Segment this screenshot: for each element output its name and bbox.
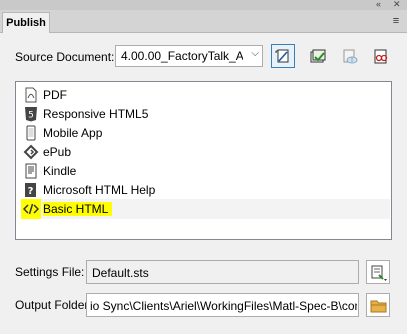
collapse-icon[interactable]: «: [376, 0, 381, 10]
svg-text:5: 5: [28, 111, 34, 121]
view-output-icon: [374, 49, 388, 64]
edit-target-button[interactable]: [271, 44, 295, 68]
list-item-label: Mobile App: [43, 126, 103, 140]
list-item[interactable]: Kindle: [21, 161, 390, 181]
list-item-label: Kindle: [43, 164, 77, 178]
list-item-label: Microsoft HTML Help: [43, 183, 156, 197]
settings-file-button[interactable]: [366, 260, 390, 284]
settings-file-value: Default.sts: [92, 266, 149, 280]
tab-bar: Publish ≡: [0, 10, 407, 33]
settings-file-label: Settings File:: [15, 265, 85, 279]
list-item-selected[interactable]: Basic HTML: [21, 199, 390, 219]
generate-output-button[interactable]: [305, 44, 329, 68]
epub-icon: [23, 144, 39, 160]
help-icon: ?: [25, 183, 36, 197]
kindle-icon: [25, 163, 37, 179]
source-document-label: Source Document:: [15, 50, 115, 64]
list-item-label: Responsive HTML5: [43, 107, 149, 121]
folder-icon: [370, 300, 387, 313]
chevron-down-icon: ⌵: [251, 48, 259, 59]
output-folder-value: io Sync\Clients\Ariel\WorkingFiles\Matl-…: [90, 299, 357, 313]
settings-file-field[interactable]: Default.sts: [86, 260, 359, 284]
panel-top-strip: « ✕: [0, 0, 407, 10]
list-item[interactable]: PDF: [21, 85, 390, 105]
code-icon: [23, 203, 39, 215]
list-item-label: Basic HTML: [43, 202, 113, 216]
list-item-label: PDF: [43, 88, 67, 102]
source-document-select[interactable]: 4.00.00_FactoryTalk_Analy ⌵: [115, 45, 263, 67]
svg-text:?: ?: [28, 186, 34, 197]
list-item[interactable]: Mobile App: [21, 123, 390, 143]
source-document-value: 4.00.00_FactoryTalk_Analy: [121, 49, 243, 63]
panel-menu-icon[interactable]: ≡: [389, 14, 403, 28]
publish-cloud-button[interactable]: [337, 44, 361, 68]
list-item-label: ePub: [43, 145, 72, 159]
output-folder-label: Output Folder:: [15, 298, 92, 312]
cloud-publish-icon: [343, 49, 358, 64]
settings-edit-icon: [371, 265, 387, 281]
close-icon[interactable]: ✕: [393, 0, 401, 10]
generate-icon: [310, 49, 326, 63]
list-item[interactable]: ePub: [21, 142, 390, 162]
html5-icon: 5: [25, 107, 37, 122]
pdf-icon: [25, 87, 37, 103]
output-targets-list[interactable]: PDF 5 Responsive HTML5 Mobile App ePub K…: [15, 81, 392, 240]
list-item[interactable]: ? Microsoft HTML Help: [21, 180, 390, 200]
edit-target-icon: [275, 49, 289, 63]
mobile-icon: [26, 125, 36, 141]
view-output-button[interactable]: [368, 44, 392, 68]
output-folder-field[interactable]: io Sync\Clients\Ariel\WorkingFiles\Matl-…: [86, 293, 359, 317]
tab-publish[interactable]: Publish: [2, 12, 50, 33]
list-item[interactable]: 5 Responsive HTML5: [21, 104, 390, 124]
browse-folder-button[interactable]: [366, 293, 390, 317]
